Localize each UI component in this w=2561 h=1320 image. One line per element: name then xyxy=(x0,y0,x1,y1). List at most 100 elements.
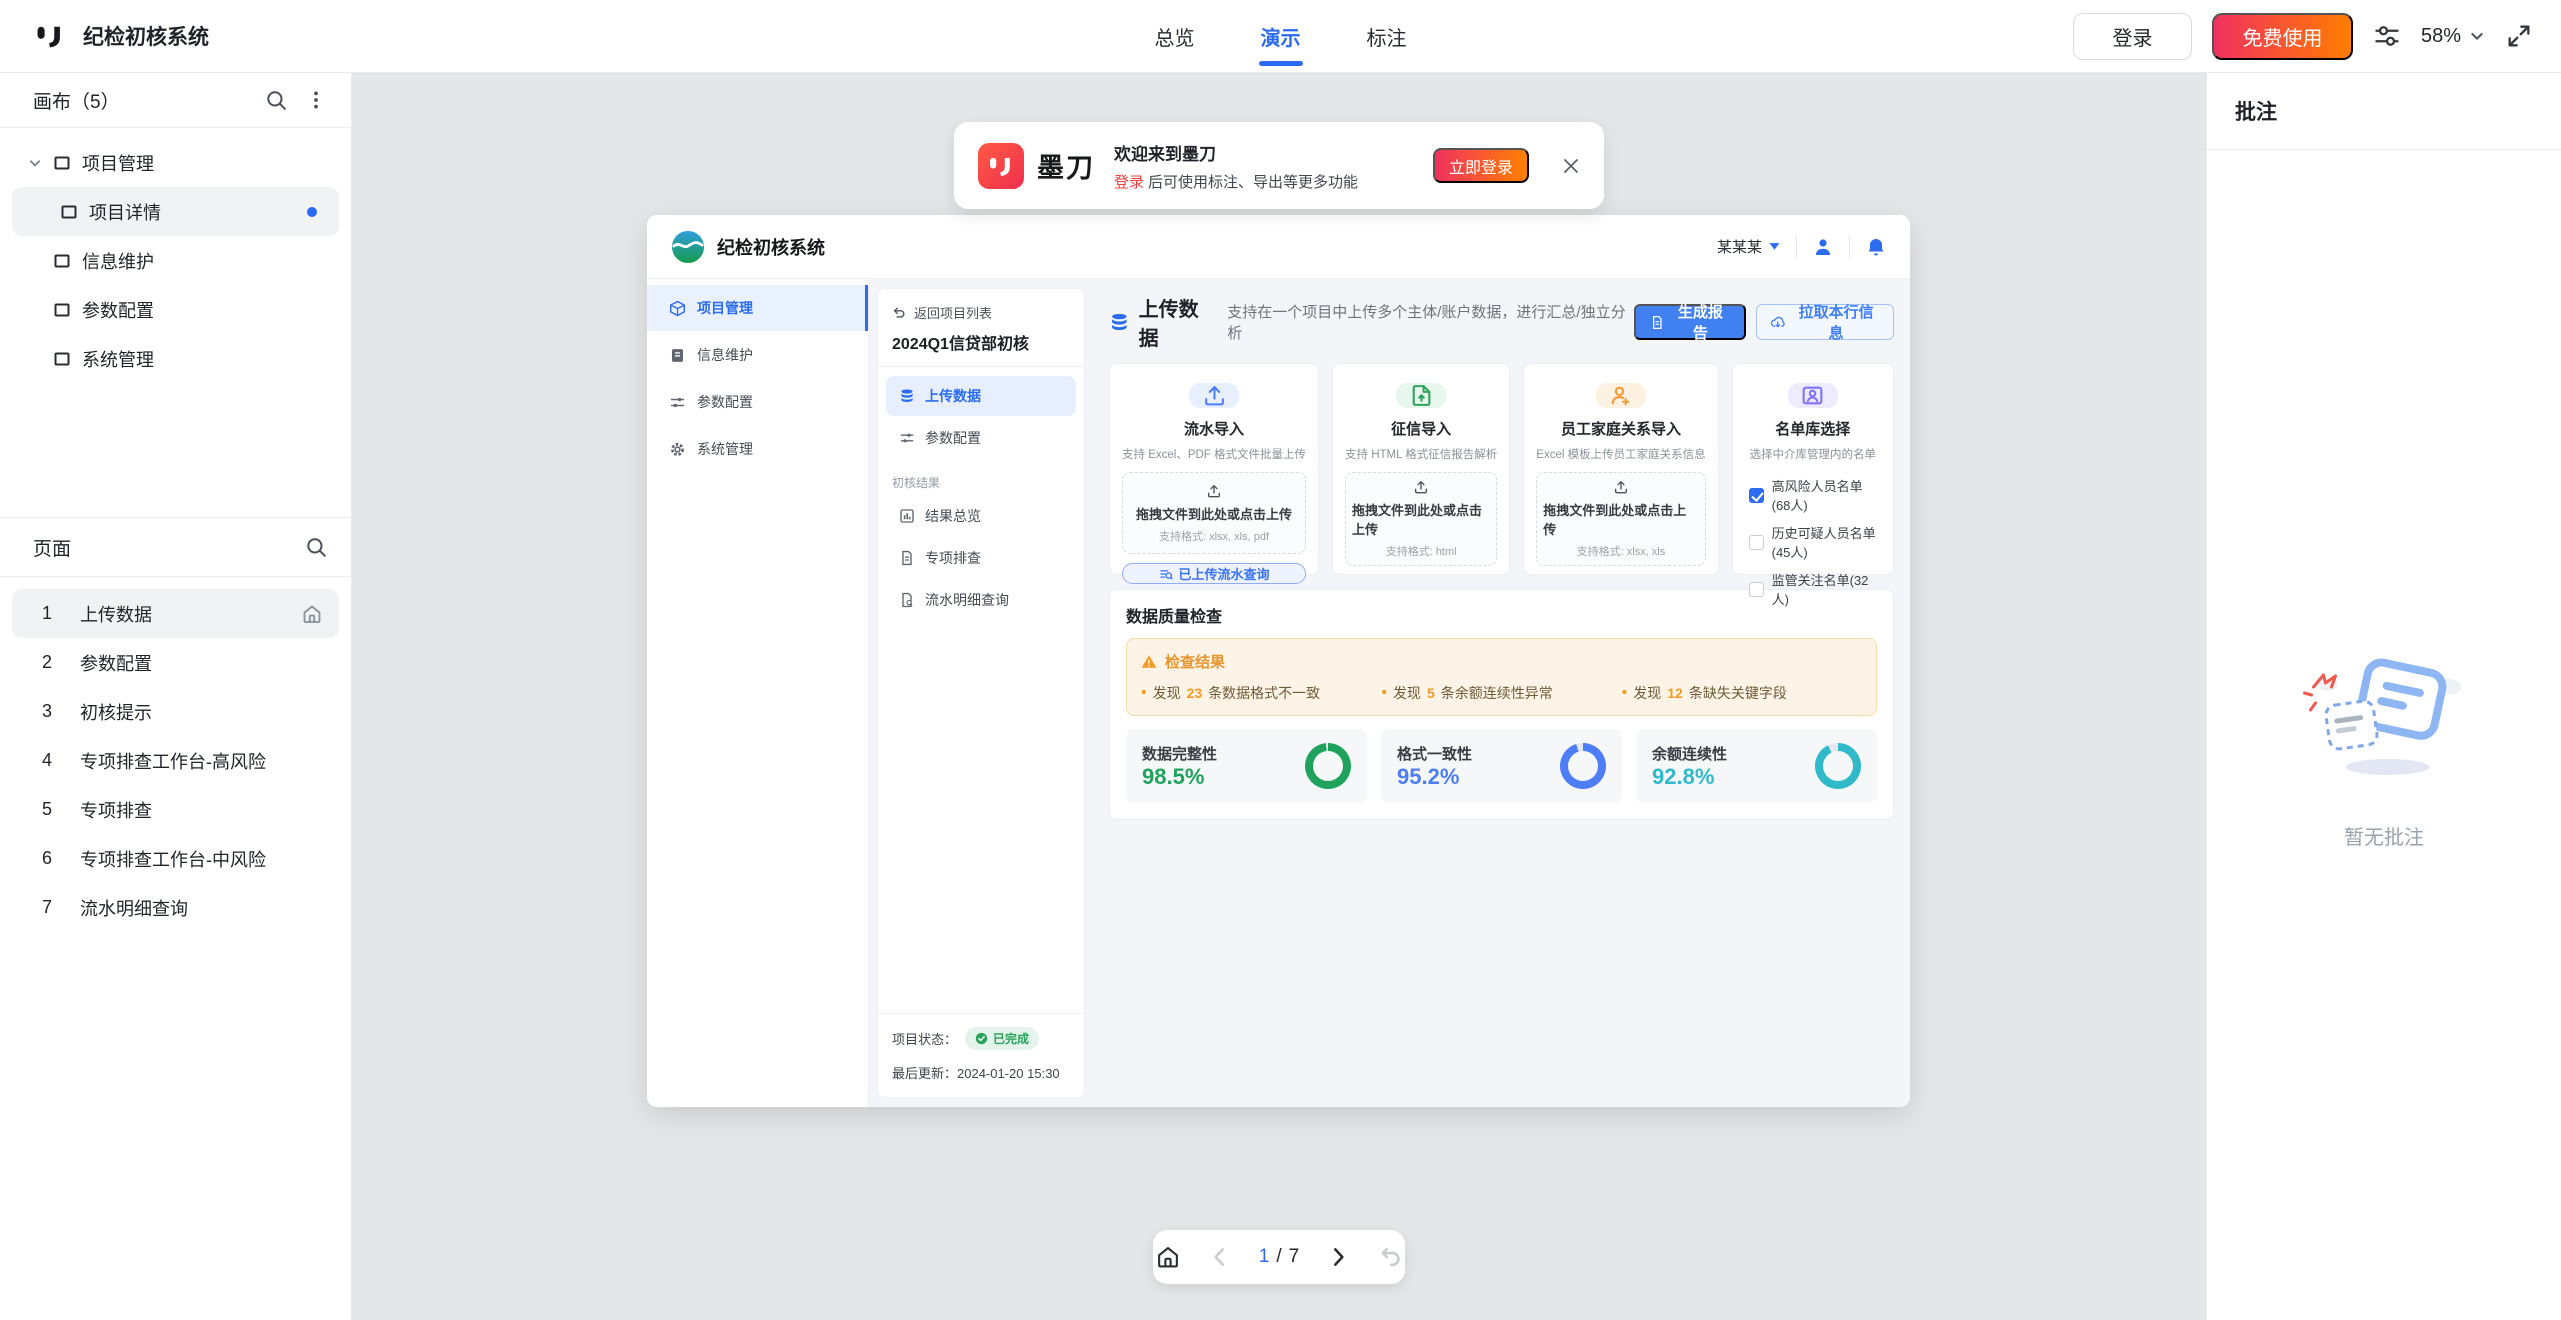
database-icon xyxy=(1109,312,1130,333)
settings-sliders-icon[interactable] xyxy=(2373,22,2401,50)
tree-item-label: 项目详情 xyxy=(89,199,161,225)
mock-side-nav: 项目管理 信息维护 参数配置 系统管理 xyxy=(647,279,869,1107)
tree-item-sys-mgmt[interactable]: 系统管理 xyxy=(12,334,339,383)
uploaded-flow-query-button[interactable]: 已上传流水查询 xyxy=(1122,563,1306,584)
divider xyxy=(1849,236,1850,258)
login-now-button[interactable]: 立即登录 xyxy=(1433,148,1529,183)
user-dropdown[interactable]: 某某某 xyxy=(1717,236,1780,257)
card-list-select: 名单库选择 选择中介库管理内的名单 高风险人员名单(68人) 历史可疑人员名单(… xyxy=(1732,363,1894,575)
user-icon[interactable] xyxy=(1813,237,1833,257)
mock-content: 上传数据 支持在一个项目中上传多个主体/账户数据，进行汇总/独立分析 生成报告 … xyxy=(1093,279,1910,1107)
signup-button[interactable]: 免费使用 xyxy=(2212,13,2353,60)
id-card-icon xyxy=(1788,383,1838,408)
search-icon[interactable] xyxy=(265,89,287,111)
modao-logo-icon xyxy=(33,19,67,53)
menu-item-result-overview[interactable]: 结果总览 xyxy=(886,496,1076,536)
menu-item-special-check[interactable]: 专项排查 xyxy=(886,538,1076,578)
page-label: 专项排查工作台-中风险 xyxy=(80,846,266,872)
checkbox-regulator-watch[interactable]: 监管关注名单(32人) xyxy=(1749,570,1877,608)
doc-upload-icon xyxy=(1396,383,1446,408)
topbar-actions: 登录 免费使用 58% xyxy=(2073,13,2561,60)
upload-icon xyxy=(1189,383,1239,408)
card-desc: 支持 Excel、PDF 格式文件批量上传 xyxy=(1122,446,1306,462)
checkbox-icon xyxy=(1749,535,1764,550)
check-result-box: 检查结果 •发现23条数据格式不一致 •发现5条余额连续性异常 •发现12条缺失… xyxy=(1126,638,1877,716)
page-label: 流水明细查询 xyxy=(80,895,188,921)
finding-item: •发现23条数据格式不一致 xyxy=(1141,683,1381,703)
chevron-down-icon[interactable] xyxy=(28,156,42,170)
caret-down-icon xyxy=(1769,242,1780,251)
home-icon[interactable] xyxy=(1155,1244,1181,1270)
pages-header: 页面 xyxy=(0,517,351,577)
menu-item-upload-data[interactable]: 上传数据 xyxy=(886,376,1076,416)
close-icon[interactable] xyxy=(1562,157,1580,175)
tree-item-info-maintain[interactable]: 信息维护 xyxy=(12,236,339,285)
page-number: 4 xyxy=(42,750,80,771)
check-result-title: 检查结果 xyxy=(1165,651,1225,672)
page-item-upload-data[interactable]: 1 上传数据 xyxy=(12,589,339,638)
page-title: 纪检初核系统 xyxy=(83,21,209,51)
page-number: 6 xyxy=(42,848,80,869)
prototype-frame: 纪检初核系统 某某某 项目管理 xyxy=(647,215,1910,1107)
page-item-workbench-high[interactable]: 4 专项排查工作台-高风险 xyxy=(12,736,339,785)
preview-canvas: 墨刀 欢迎来到墨刀 登录后可使用标注、导出等更多功能 立即登录 纪检初核系统 某… xyxy=(352,73,2206,1320)
card-desc: Excel 模板上传员工家庭关系信息 xyxy=(1536,446,1705,462)
chevron-left-icon[interactable] xyxy=(1207,1244,1233,1270)
tree-item-project-mgmt[interactable]: 项目管理 xyxy=(12,138,339,187)
page-item-special-check[interactable]: 5 专项排查 xyxy=(12,785,339,834)
back-to-projects[interactable]: 返回项目列表 xyxy=(878,289,1084,328)
frame-icon xyxy=(60,203,78,221)
tree-item-project-detail[interactable]: 项目详情 xyxy=(12,187,339,236)
fullscreen-icon[interactable] xyxy=(2505,22,2533,50)
tab-annotate[interactable]: 标注 xyxy=(1367,22,1407,51)
canvas-sidebar: 画布（5） 项目管理 项目详情 信息维护 参数 xyxy=(0,73,352,1320)
empty-state-text: 暂无批注 xyxy=(2344,821,2424,850)
login-button[interactable]: 登录 xyxy=(2073,13,2192,60)
topbar: 纪检初核系统 总览 演示 标注 登录 免费使用 58% xyxy=(0,0,2561,73)
quality-section: 数据质量检查 检查结果 •发现23条数据格式不一致 •发现5条余额连续性异常 •… xyxy=(1109,589,1894,820)
pull-bank-info-button[interactable]: 拉取本行信息 xyxy=(1756,304,1894,340)
zoom-control[interactable]: 58% xyxy=(2421,25,2485,48)
checkbox-history-suspect[interactable]: 历史可疑人员名单(45人) xyxy=(1749,523,1877,561)
search-icon[interactable] xyxy=(305,536,327,558)
bell-icon[interactable] xyxy=(1866,237,1886,257)
dropzone[interactable]: 拖拽文件到此处或点击上传 支持格式: html xyxy=(1345,472,1497,566)
tab-present[interactable]: 演示 xyxy=(1261,22,1301,51)
chevron-right-icon[interactable] xyxy=(1325,1244,1351,1270)
card-title: 名单库选择 xyxy=(1775,418,1850,439)
card-title: 流水导入 xyxy=(1184,418,1244,439)
tree-item-param-config[interactable]: 参数配置 xyxy=(12,285,339,334)
quality-metrics: 数据完整性98.5% 格式一致性95.2% 余额连续性92.8% xyxy=(1126,729,1877,803)
nav-item-sys-mgmt[interactable]: 系统管理 xyxy=(647,426,868,472)
page-label: 上传数据 xyxy=(80,601,152,627)
checkbox-high-risk[interactable]: 高风险人员名单(68人) xyxy=(1749,476,1877,514)
nav-item-param-config[interactable]: 参数配置 xyxy=(647,379,868,425)
page-item-flow-detail[interactable]: 7 流水明细查询 xyxy=(12,883,339,932)
login-link[interactable]: 登录 xyxy=(1114,174,1144,191)
warning-icon xyxy=(1141,654,1157,669)
updated-value: 2024-01-20 15:30 xyxy=(957,1066,1060,1081)
updated-label: 最后更新： xyxy=(892,1066,957,1081)
menu-item-flow-detail[interactable]: 流水明细查询 xyxy=(886,580,1076,620)
menu-item-param-config[interactable]: 参数配置 xyxy=(886,418,1076,458)
page-item-workbench-mid[interactable]: 6 专项排查工作台-中风险 xyxy=(12,834,339,883)
page-item-param-config[interactable]: 2 参数配置 xyxy=(12,638,339,687)
page-item-review-hint[interactable]: 3 初核提示 xyxy=(12,687,339,736)
tab-overview[interactable]: 总览 xyxy=(1155,22,1195,51)
dropzone[interactable]: 拖拽文件到此处或点击上传 支持格式: xlsx, xls xyxy=(1536,472,1705,566)
card-credit-import: 征信导入 支持 HTML 格式征信报告解析 拖拽文件到此处或点击上传 支持格式:… xyxy=(1332,363,1510,575)
frame-icon xyxy=(53,154,71,172)
home-icon xyxy=(301,603,323,625)
generate-report-button[interactable]: 生成报告 xyxy=(1634,304,1746,340)
nav-item-project-mgmt[interactable]: 项目管理 xyxy=(647,285,868,331)
kebab-menu-icon[interactable] xyxy=(305,89,327,111)
app-brand: 纪检初核系统 xyxy=(0,19,209,53)
mode-tabs: 总览 演示 标注 xyxy=(1155,0,1407,73)
nav-item-info-maintain[interactable]: 信息维护 xyxy=(647,332,868,378)
chevron-down-icon xyxy=(2469,28,2485,44)
dropzone[interactable]: 拖拽文件到此处或点击上传 支持格式: xlsx, xls, pdf xyxy=(1122,472,1306,554)
page-number: 1 xyxy=(42,603,80,624)
undo-icon[interactable] xyxy=(1377,1244,1403,1270)
page-label: 专项排查 xyxy=(80,797,152,823)
section-label-results: 初核结果 xyxy=(878,460,1084,496)
